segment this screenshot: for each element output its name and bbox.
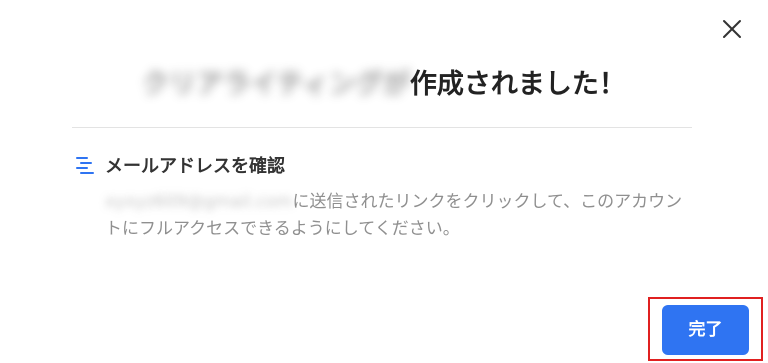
verification-description: xyxyz609@gmail.comに送信されたリンクをクリックして、このアカウ… bbox=[105, 189, 685, 243]
success-dialog: クリアライティングが作成されました！ メールアドレスを確認 xyxyz609@g… bbox=[0, 0, 768, 363]
title-text: 作成されました！ bbox=[409, 69, 626, 100]
list-lines-icon bbox=[75, 155, 95, 177]
dialog-title: クリアライティングが作成されました！ bbox=[0, 62, 768, 102]
title-redacted-name: クリアライティングが bbox=[142, 69, 410, 100]
section-heading: メールアドレスを確認 bbox=[105, 156, 285, 177]
redacted-email: xyxyz609@gmail.com bbox=[105, 192, 293, 212]
done-button[interactable]: 完了 bbox=[662, 305, 749, 355]
close-icon bbox=[723, 20, 741, 38]
close-button[interactable] bbox=[719, 16, 745, 42]
divider bbox=[72, 127, 692, 128]
